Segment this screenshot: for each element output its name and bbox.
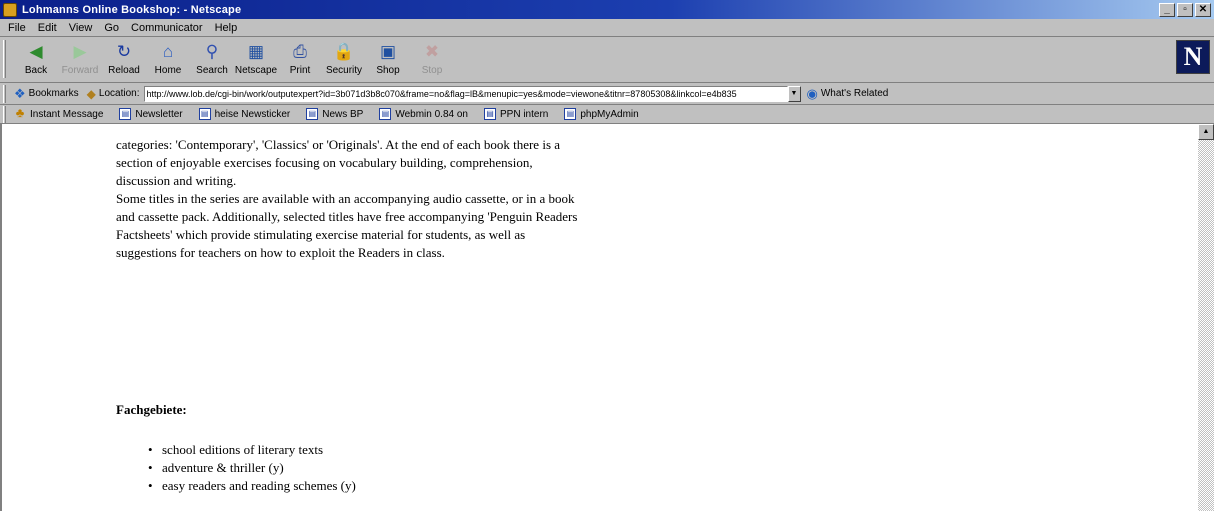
personal-bookmark-1[interactable]: ▤ Newsletter [119, 108, 183, 120]
paragraph-1: categories: 'Contemporary', 'Classics' o… [116, 137, 561, 188]
reload-label: Reload [108, 65, 140, 76]
home-icon: ⌂ [162, 42, 174, 61]
personal-bookmark-label: phpMyAdmin [580, 108, 639, 120]
url-input[interactable]: http://www.lob.de/cgi-bin/work/outputexp… [143, 85, 788, 102]
netscape-icon: ▦ [247, 42, 265, 61]
article-text: categories: 'Contemporary', 'Classics' o… [116, 136, 586, 262]
personal-bookmark-label: Newsletter [135, 108, 183, 120]
locbar-grip[interactable] [3, 85, 6, 103]
url-history-dropdown[interactable]: ▼ [787, 85, 801, 102]
location-page-icon[interactable]: ◆ [87, 87, 96, 101]
toolbar-grip[interactable] [3, 40, 6, 78]
topics-list: school editions of literary texts advent… [148, 441, 356, 495]
bookmark-page-icon: ▤ [483, 108, 496, 120]
whats-related-button[interactable]: ◉ What's Related [807, 86, 889, 102]
forward-arrow-icon: ▶ [73, 42, 87, 61]
print-label: Print [289, 65, 311, 76]
back-arrow-icon: ◀ [29, 42, 43, 61]
menu-go[interactable]: Go [98, 22, 125, 34]
personal-bookmark-label: News BP [322, 108, 364, 120]
shop-label: Shop [376, 65, 400, 76]
bookmark-page-icon: ▤ [564, 108, 577, 120]
back-button[interactable]: ◀ Back [14, 37, 58, 81]
print-icon: ⎙ [293, 42, 307, 61]
shop-icon: ▣ [379, 42, 397, 61]
location-label: ◆ Location: [87, 87, 140, 101]
forward-button[interactable]: ▶ Forward [58, 37, 102, 81]
list-item: adventure & thriller (y) [148, 459, 356, 477]
search-icon: ⚲ [205, 42, 219, 61]
netscape-throbber-logo[interactable]: N [1176, 40, 1210, 74]
bookmark-page-icon: ▤ [306, 108, 319, 120]
personal-bookmark-5[interactable]: ▤ PPN intern [483, 108, 549, 120]
forward-label: Forward [61, 65, 99, 76]
instant-message-icon: ♣ [15, 105, 25, 120]
close-button[interactable]: ✕ [1195, 2, 1211, 17]
personal-bookmark-0[interactable]: ♣ Instant Message [14, 105, 104, 120]
netscape-app-icon [3, 2, 17, 17]
stop-icon: ✖ [424, 42, 440, 61]
reload-icon: ↻ [116, 42, 132, 61]
whats-related-label: What's Related [820, 88, 889, 99]
reload-button[interactable]: ↻ Reload [102, 37, 146, 81]
stop-label: Stop [421, 65, 443, 76]
menu-view[interactable]: View [63, 22, 99, 34]
menu-communicator[interactable]: Communicator [125, 22, 209, 34]
personal-bookmark-label: Webmin 0.84 on [395, 108, 468, 120]
window-title: Lohmanns Online Bookshop: - Netscape [22, 3, 242, 16]
minimize-button[interactable]: _ [1159, 2, 1175, 17]
bookmarks-icon: ❖ [14, 85, 26, 101]
vertical-scrollbar[interactable]: ▲ [1198, 124, 1214, 511]
security-lock-icon: 🔒 [333, 42, 355, 61]
back-label: Back [24, 65, 48, 76]
bookmark-page-icon: ▤ [198, 108, 211, 120]
personal-bookmark-6[interactable]: ▤ phpMyAdmin [564, 108, 639, 120]
bookmarks-label: Bookmarks [28, 88, 79, 99]
menu-bar: File Edit View Go Communicator Help [0, 19, 1214, 37]
search-button[interactable]: ⚲ Search [190, 37, 234, 81]
list-item: easy readers and reading schemes (y) [148, 477, 356, 495]
menu-help[interactable]: Help [209, 22, 244, 34]
netscape-label: Netscape [234, 65, 278, 76]
location-label-text: Location: [98, 88, 140, 99]
security-button[interactable]: 🔒 Security [322, 37, 366, 81]
navigation-toolbar: ◀ Back ▶ Forward ↻ Reload ⌂ Home ⚲ Search ▦ Netscap… [0, 37, 1214, 83]
menu-edit[interactable]: Edit [32, 22, 63, 34]
whats-related-icon: ◉ [806, 85, 818, 101]
window-titlebar: Lohmanns Online Bookshop: - Netscape _ ▫… [0, 0, 1214, 19]
personal-bookmark-label: heise Newsticker [214, 108, 291, 120]
bookmarks-button[interactable]: ❖ Bookmarks [14, 86, 79, 102]
home-button[interactable]: ⌂ Home [146, 37, 190, 81]
personal-bookmark-label: Instant Message [30, 108, 104, 120]
personalbar-grip[interactable] [3, 106, 6, 123]
maximize-button[interactable]: ▫ [1177, 2, 1193, 17]
personal-toolbar: ♣ Instant Message ▤ Newsletter ▤ heise Newsti… [0, 105, 1214, 124]
netscape-button[interactable]: ▦ Netscape [234, 37, 278, 81]
home-label: Home [154, 65, 182, 76]
personal-bookmark-4[interactable]: ▤ Webmin 0.84 on [379, 108, 468, 120]
shop-button[interactable]: ▣ Shop [366, 37, 410, 81]
section-title: Fachgebiete: [116, 402, 187, 417]
bookmark-page-icon: ▤ [379, 108, 392, 120]
search-label: Search [196, 65, 228, 76]
stop-button[interactable]: ✖ Stop [410, 37, 454, 81]
menu-file[interactable]: File [2, 22, 32, 34]
personal-bookmark-label: PPN intern [499, 108, 549, 120]
bookmark-page-icon: ▤ [119, 108, 132, 120]
print-button[interactable]: ⎙ Print [278, 37, 322, 81]
scroll-up-button[interactable]: ▲ [1198, 124, 1214, 140]
paragraph-2: Some titles in the series are available … [116, 191, 578, 260]
page-content: categories: 'Contemporary', 'Classics' o… [0, 124, 1198, 511]
location-toolbar: ❖ Bookmarks ◆ Location: http://www.lob.d… [0, 83, 1214, 105]
list-item: school editions of literary texts [148, 441, 356, 459]
security-label: Security [325, 65, 363, 76]
personal-bookmark-3[interactable]: ▤ News BP [306, 108, 363, 120]
personal-bookmark-2[interactable]: ▤ heise Newsticker [198, 108, 291, 120]
